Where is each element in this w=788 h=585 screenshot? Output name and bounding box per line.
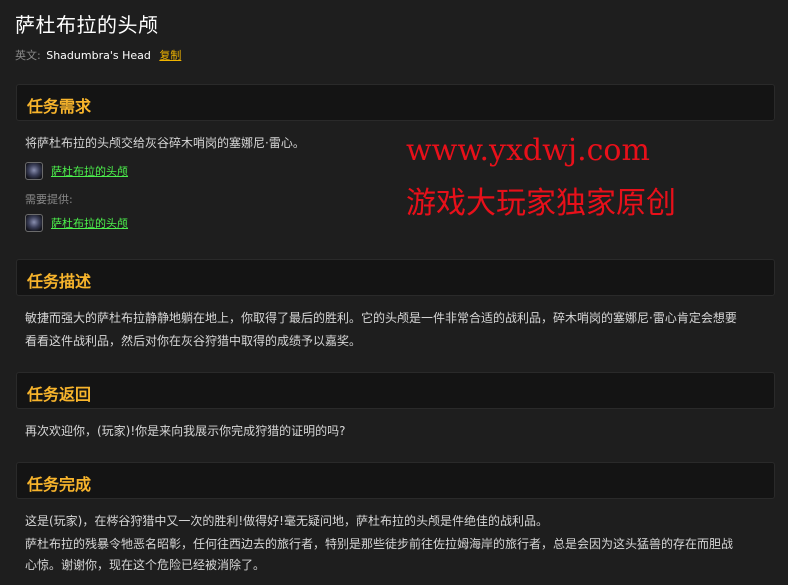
skull-head-icon[interactable] bbox=[25, 214, 43, 232]
section-header-description: 任务描述 bbox=[16, 259, 775, 296]
page-title: 萨杜布拉的头颅 bbox=[15, 13, 159, 37]
section-title-requirements: 任务需求 bbox=[27, 97, 92, 116]
completion-line-3: 心惊。谢谢你，现在这个危险已经被消除了。 bbox=[25, 558, 266, 572]
completion-line-1: 这是(玩家)，在梣谷狩猎中又一次的胜利!做得好!毫无疑问地，萨杜布拉的头颅是件绝… bbox=[25, 514, 548, 528]
required-item-row: 萨杜布拉的头颅 bbox=[25, 160, 128, 182]
provided-label: 需要提供: bbox=[25, 193, 73, 206]
section-title-completion: 任务完成 bbox=[27, 475, 92, 494]
watermark-url: www.yxdwj.com bbox=[406, 133, 650, 168]
completion-line-2: 萨杜布拉的残暴令牠恶名昭彰，任何往西边去的旅行者，特别是那些徒步前往佐拉姆海岸的… bbox=[25, 537, 734, 551]
watermark-slogan: 游戏大玩家独家原创 bbox=[406, 186, 676, 221]
description-line-1: 敏捷而强大的萨杜布拉静静地躺在地上，你取得了最后的胜利。它的头颅是一件非常合适的… bbox=[25, 311, 737, 325]
section-header-requirements: 任务需求 bbox=[16, 84, 775, 121]
skull-head-icon[interactable] bbox=[25, 162, 43, 180]
copy-link[interactable]: 复制 bbox=[159, 49, 181, 62]
section-header-completion: 任务完成 bbox=[16, 462, 775, 499]
description-line-2: 看看这件战利品，然后对你在灰谷狩猎中取得的成绩予以嘉奖。 bbox=[25, 334, 362, 348]
english-name: Shadumbra's Head bbox=[46, 49, 151, 62]
required-item-link[interactable]: 萨杜布拉的头颅 bbox=[51, 163, 128, 179]
section-header-return: 任务返回 bbox=[16, 372, 775, 409]
english-label: 英文: bbox=[15, 49, 41, 62]
section-title-return: 任务返回 bbox=[27, 385, 92, 404]
requirements-text: 将萨杜布拉的头颅交给灰谷碎木哨岗的塞娜尼·雷心。 bbox=[25, 136, 305, 150]
english-name-line: 英文: Shadumbra's Head 复制 bbox=[15, 47, 181, 63]
provided-item-row: 萨杜布拉的头颅 bbox=[25, 212, 128, 234]
section-title-description: 任务描述 bbox=[27, 272, 92, 291]
provided-item-link[interactable]: 萨杜布拉的头颅 bbox=[51, 215, 128, 231]
return-text: 再次欢迎你，(玩家)!你是来向我展示你完成狩猎的证明的吗? bbox=[25, 424, 346, 438]
